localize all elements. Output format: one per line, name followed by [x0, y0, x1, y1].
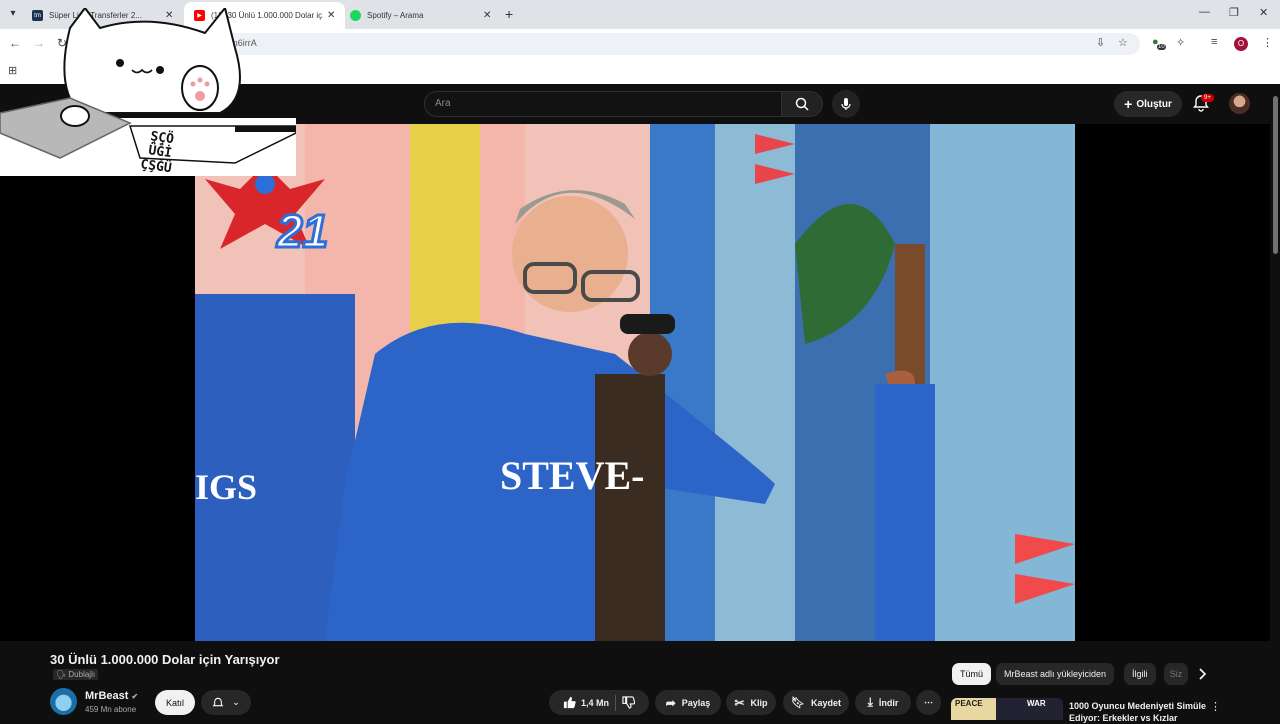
bookmark-star-icon[interactable]: ☆ [1118, 36, 1128, 49]
download-label: İndir [878, 697, 899, 708]
video-title: 30 Ünlü 1.000.000 Dolar için Yarışıyor [50, 652, 280, 667]
dub-icon: 🗣 [56, 670, 67, 679]
tab-spotify[interactable]: Spotify – Arama ✕ [340, 2, 501, 29]
share-label: Paylaş [681, 697, 711, 708]
chip-for-you[interactable]: Siz [1164, 663, 1188, 685]
subscriber-count: 459 Mn abone [85, 705, 137, 714]
save-label: Kaydet [810, 697, 841, 708]
profile-avatar[interactable]: O [1234, 37, 1248, 51]
search-button[interactable] [781, 91, 823, 117]
verified-icon: ✔ [131, 692, 139, 701]
chrome-menu-icon[interactable]: ⋮ [1262, 36, 1273, 49]
save-button[interactable]: 🔖︎ Kaydet [783, 690, 849, 715]
like-dislike-group: 1,4 Mn [549, 690, 649, 715]
voice-search-button[interactable] [832, 90, 860, 118]
chip-all[interactable]: Tümü [952, 663, 992, 685]
channel-name-text: MrBeast [85, 690, 129, 702]
thumb-text-right: WAR [1027, 699, 1046, 708]
media-control-icon[interactable]: ≡ [1211, 36, 1217, 48]
recommended-thumbnail[interactable]: PEACE WAR [951, 698, 1063, 720]
spotify-icon [350, 10, 361, 21]
thumbs-up-icon [563, 696, 576, 709]
bookmark-icon: 🔖︎ [791, 697, 805, 709]
channel-avatar[interactable] [50, 688, 77, 715]
close-icon[interactable]: ✕ [483, 10, 491, 21]
tab-title: Spotify – Arama [367, 11, 424, 20]
subscription-bell-button[interactable]: ⌄ [201, 690, 251, 715]
logo-number: 21 [276, 205, 328, 257]
chip-from-uploader[interactable]: MrBeast adlı yükleyiciden [996, 663, 1115, 685]
notification-count-badge: 9+ [1201, 94, 1214, 102]
join-button[interactable]: Katıl [155, 690, 195, 715]
close-icon[interactable]: ✕ [327, 10, 335, 21]
cat-illustration: ŞÇÖ ÜĞİ ÇŞĞÜ [0, 5, 297, 176]
puzzle-icon[interactable]: ✧ [1176, 36, 1185, 49]
account-avatar[interactable] [1229, 93, 1250, 114]
install-app-icon[interactable]: ⇩ [1096, 36, 1105, 49]
bongo-cat-overlay: ŞÇÖ ÜĞİ ÇŞĞÜ [0, 5, 297, 176]
microphone-icon [841, 98, 851, 110]
download-icon: ⤓ [867, 695, 873, 709]
chevron-right-icon[interactable] [1193, 664, 1213, 684]
channel-name[interactable]: MrBeast ✔ [85, 690, 138, 702]
create-label: Oluştur [1136, 98, 1172, 110]
extension-badge: 10 [1157, 44, 1166, 50]
divider [615, 694, 616, 711]
video-scene: STEVE- IGS 21 [195, 124, 1075, 641]
video-frame[interactable]: STEVE- IGS 21 [195, 124, 1075, 641]
chevron-down-icon: ⌄ [232, 697, 240, 707]
thumbs-down-icon[interactable] [622, 696, 635, 709]
like-count: 1,4 Mn [580, 697, 609, 708]
more-icon: ⋯ [924, 697, 933, 707]
new-tab-button[interactable]: + [505, 6, 513, 22]
clip-label: Klip [750, 697, 768, 708]
restore-button[interactable]: ❐ [1229, 6, 1239, 19]
thumb-text-left: PEACE [955, 699, 983, 708]
search-box[interactable] [424, 91, 782, 117]
share-button[interactable]: ➦ Paylaş [655, 690, 721, 715]
bell-icon [212, 697, 224, 706]
window-close-button[interactable]: ✕ [1259, 6, 1268, 19]
recommended-menu-icon[interactable]: ⋮ [1210, 700, 1221, 713]
like-button[interactable]: 1,4 Mn [563, 696, 609, 709]
search-icon [795, 97, 809, 111]
minimize-button[interactable]: — [1199, 6, 1210, 18]
scrollbar-thumb[interactable] [1273, 96, 1278, 254]
chip-related[interactable]: İlgili [1124, 663, 1156, 685]
jersey-text: STEVE- [500, 453, 645, 498]
recommended-title[interactable]: 1000 Oyuncu Medeniyeti Simüle Ediyor: Er… [1069, 700, 1209, 724]
left-jersey-text: IGS [195, 467, 257, 507]
more-actions-button[interactable]: ⋯ [916, 690, 941, 715]
download-button[interactable]: ⤓ İndir [855, 690, 911, 715]
plus-icon: + [1124, 96, 1133, 112]
scissors-icon: ✂ [734, 695, 745, 710]
search-input[interactable] [435, 98, 765, 109]
create-button[interactable]: + Oluştur [1114, 91, 1182, 117]
dubbed-badge: 🗣 Dublajlı [53, 669, 99, 680]
clip-button[interactable]: ✂ Klip [726, 690, 776, 715]
share-icon: ➦ [665, 695, 676, 710]
dub-label: Dublajlı [68, 670, 96, 679]
